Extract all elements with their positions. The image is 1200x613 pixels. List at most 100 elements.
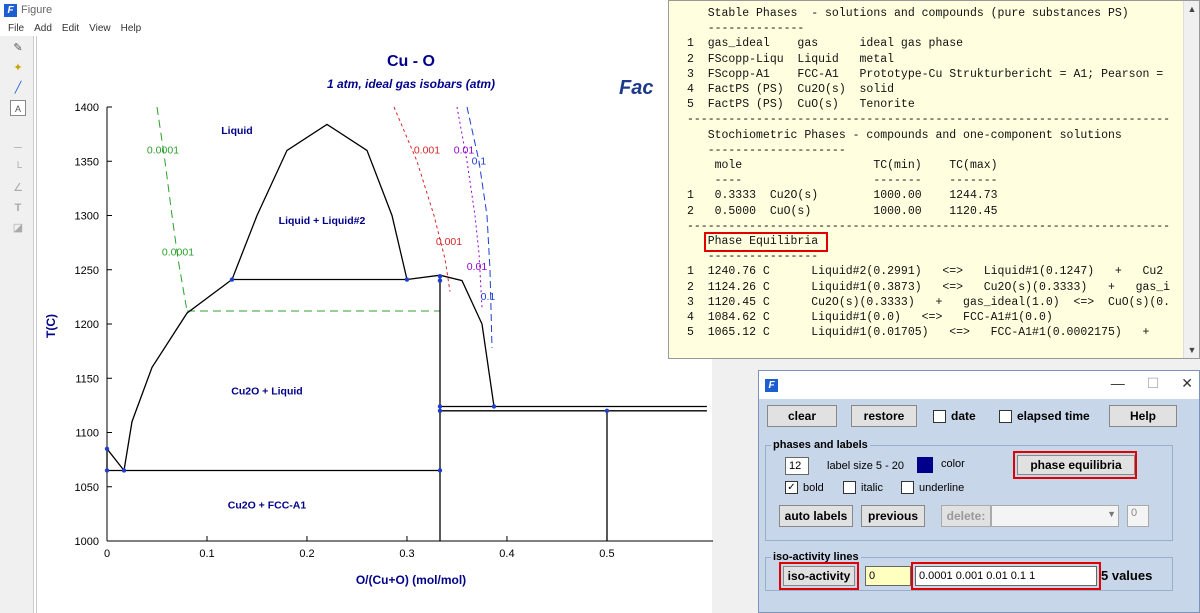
bulb-icon[interactable]: ✦ (10, 60, 26, 76)
checkbox-box[interactable] (843, 481, 856, 494)
elapsed-time-label: elapsed time (1017, 409, 1090, 423)
isobar-label: 0.1 (472, 156, 487, 168)
chart-subtitle: 1 atm, ideal gas isobars (atm) (327, 77, 495, 91)
figure-toolbar: ✎ ✦ ╱ A ─ └ ∠ T ◪ (0, 36, 34, 613)
step-icon[interactable]: └ (10, 160, 26, 176)
help-button[interactable]: Help (1109, 405, 1177, 427)
text-line: Stable Phases - solutions and compounds … (687, 7, 1129, 20)
figure-menubar: File Add Edit View Help (0, 20, 712, 36)
phases-labels-title: phases and labels (771, 439, 870, 451)
y-tick-label: 1200 (75, 319, 99, 331)
menu-edit[interactable]: Edit (62, 23, 79, 34)
previous-button[interactable]: previous (861, 505, 925, 527)
text-line: 2 FScopp-Liqu Liquid metal (687, 52, 895, 66)
y-tick-label: 1250 (75, 265, 99, 277)
elapsed-time-checkbox[interactable]: elapsed time (999, 409, 1090, 423)
factsage-icon: F (765, 378, 778, 392)
maximize-icon[interactable]: ☐ (1147, 375, 1160, 392)
text-line: -------------------- (687, 143, 846, 157)
checkbox-box[interactable] (901, 481, 914, 494)
hline-icon[interactable]: ─ (10, 140, 26, 156)
isobar-label: 0.001 (414, 145, 440, 157)
iso-values-highlight-box (911, 562, 1101, 590)
menu-view[interactable]: View (89, 23, 111, 34)
label-size-input[interactable] (785, 457, 809, 475)
labels-dialog: F — ☐ ✕ clear restore date elapsed time … (758, 370, 1200, 613)
date-checkbox[interactable]: date (933, 409, 976, 423)
minimize-icon[interactable]: — (1111, 375, 1125, 392)
angle-icon[interactable]: ∠ (10, 180, 26, 196)
menu-add[interactable]: Add (34, 23, 52, 34)
text-output: Stable Phases - solutions and compounds … (669, 1, 1185, 358)
color-label: color (941, 458, 965, 470)
auto-labels-button[interactable]: auto labels (779, 505, 853, 527)
underline-label: underline (919, 481, 965, 494)
line-icon[interactable]: ╱ (10, 80, 26, 96)
boundary-liquid-miscibility-gap (231, 123, 408, 280)
isobar-0.1 (466, 106, 493, 348)
invariant-point (437, 404, 443, 409)
isobar-label: 0.0001 (147, 145, 179, 157)
date-label: date (951, 409, 976, 423)
values-count: 5 values (1101, 568, 1153, 583)
pen-icon[interactable]: ✎ (10, 40, 26, 56)
text-line: 5 1065.12 C Liquid#1(0.01705) <=> FCC-A1… (687, 326, 1150, 340)
text-line: Stochiometric Phases - compounds and one… (687, 128, 1122, 142)
iso-value-input[interactable] (865, 566, 911, 586)
text-line: 2 1124.26 C Liquid#1(0.3873) <=> Cu2O(s)… (687, 280, 1171, 294)
invariant-point (404, 277, 410, 282)
figure-window: F Figure File Add Edit View Help ✎ ✦ ╱ A… (0, 0, 713, 613)
text-line: 4 1084.62 C Liquid#1(0.0) <=> FCC-A1#1(0… (687, 311, 1053, 325)
isobar-0.0001-upper (156, 106, 188, 312)
y-tick-label: 1150 (75, 373, 99, 385)
scroll-down-icon[interactable]: ▼ (1184, 342, 1199, 358)
text-line: 5 FactPS (PS) CuO(s) Tenorite (687, 98, 915, 112)
phase-diagram: Cu - O 1 atm, ideal gas isobars (atm) Fac 1… (44, 53, 713, 587)
scroll-up-icon[interactable]: ▲ (1184, 1, 1199, 17)
dialog-titlebar: F — ☐ ✕ (759, 371, 1199, 399)
invariant-point (121, 468, 127, 473)
menu-file[interactable]: File (8, 23, 24, 34)
boundary-liquidus-cu2o (123, 278, 233, 471)
y-tick-label: 1350 (75, 156, 99, 168)
italic-label: italic (861, 481, 884, 494)
bold-checkbox[interactable]: ✓ bold (785, 481, 824, 494)
invariant-point (491, 404, 497, 409)
color-swatch[interactable] (917, 457, 933, 473)
text-line: ---- ------- ------- (687, 174, 998, 188)
clear-button[interactable]: clear (767, 405, 837, 427)
delete-dropdown[interactable]: ▼ (991, 505, 1119, 527)
text-line: mole TC(min) TC(max) (687, 159, 998, 173)
close-icon[interactable]: ✕ (1181, 375, 1193, 392)
region-label: Cu2O + FCC-A1 (228, 499, 307, 511)
checkbox-box[interactable] (933, 409, 946, 423)
isobar-label: 0.1 (481, 291, 496, 303)
bold-label: bold (803, 481, 824, 494)
x-tick-label: 0.2 (299, 548, 314, 560)
y-tick-label: 1400 (75, 102, 99, 114)
isobar-label: 0.001 (436, 236, 462, 248)
restore-button[interactable]: restore (851, 405, 917, 427)
chevron-down-icon[interactable]: ▼ (1107, 509, 1116, 519)
invariant-point (604, 408, 610, 413)
y-tick-label: 1300 (75, 211, 99, 223)
text-output-window: Stable Phases - solutions and compounds … (668, 0, 1200, 359)
text-icon[interactable]: T (10, 200, 26, 216)
invariant-point (104, 446, 110, 451)
y-axis-label: T(C) (44, 314, 58, 338)
delete-button[interactable]: delete: (941, 505, 991, 527)
underline-checkbox[interactable]: underline (901, 481, 964, 494)
text-line: 3 FScopp-A1 FCC-A1 Prototype-Cu Struktur… (687, 67, 1164, 81)
checkbox-box[interactable]: ✓ (785, 481, 798, 494)
checkbox-box[interactable] (999, 409, 1012, 423)
phase-equilibria-highlight-box (1013, 451, 1137, 479)
text-line: ----------------------------------------… (687, 113, 1171, 127)
text-box-icon[interactable]: A (10, 100, 26, 116)
text-line: -------------- (687, 22, 805, 36)
menu-help[interactable]: Help (121, 23, 142, 34)
scrollbar[interactable]: ▲ ▼ (1183, 1, 1199, 358)
italic-checkbox[interactable]: italic (843, 481, 883, 494)
fill-icon[interactable]: ◪ (10, 220, 26, 236)
isobar-0.001 (393, 106, 451, 292)
region-label: Cu2O + Liquid (231, 386, 302, 398)
